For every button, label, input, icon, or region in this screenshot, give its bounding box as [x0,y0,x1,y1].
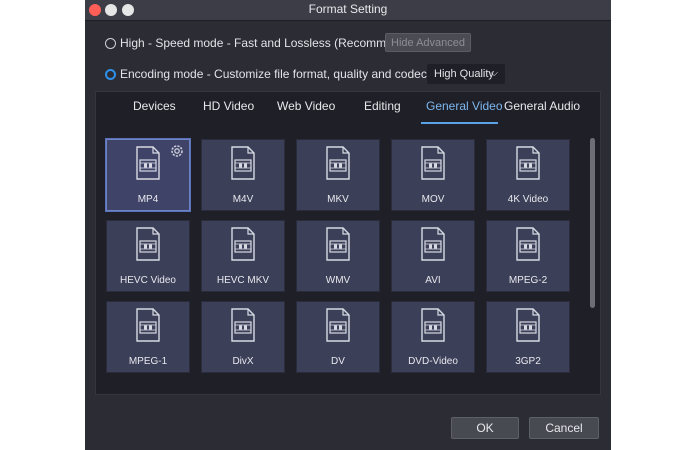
encoding-mode-option[interactable]: Encoding mode - Customize file format, q… [105,64,464,84]
format-label: MP4 [137,194,159,205]
format-label: M4V [232,194,254,205]
format-label: HEVC Video [120,275,176,286]
format-tile[interactable]: DivX [201,301,285,373]
high-speed-mode-option[interactable]: High - Speed mode - Fast and Lossless (R… [105,33,423,53]
format-label: HEVC MKV [216,275,270,286]
format-tile[interactable]: DV [296,301,380,373]
format-tile[interactable]: 4K Video [486,139,570,211]
dialog-footer: OK Cancel [85,402,611,450]
video-file-icon [136,227,160,261]
tab-devices[interactable]: Devices [133,99,176,113]
format-tile[interactable]: WMV [296,220,380,292]
tab-general-video[interactable]: General Video [426,99,503,113]
format-tile[interactable]: MPEG-1 [106,301,190,373]
quality-dropdown[interactable]: High Quality ⌵ [427,64,505,84]
video-file-icon [231,308,255,342]
format-tile[interactable]: MKV [296,139,380,211]
format-label: MPEG-1 [128,356,168,367]
format-label: WMV [325,275,351,286]
high-speed-radio[interactable] [105,37,116,49]
format-label: DivX [232,356,254,367]
scrollbar-thumb[interactable] [590,138,595,308]
video-file-icon [231,146,255,180]
title-bar: Format Setting [85,0,611,21]
encoding-radio[interactable] [105,68,116,80]
format-tile[interactable]: MPEG-2 [486,220,570,292]
video-file-icon [136,146,160,180]
video-file-icon [136,308,160,342]
video-file-icon [516,146,540,180]
format-label: 4K Video [507,194,549,205]
video-file-icon [421,146,445,180]
video-file-icon [516,227,540,261]
format-label: DVD-Video [408,356,458,367]
quality-value: High Quality [434,68,494,80]
hide-advanced-button[interactable]: Hide Advanced [385,33,471,52]
tab-editing[interactable]: Editing [364,99,401,113]
high-speed-label: High - Speed mode - Fast and Lossless (R… [120,36,424,50]
encoding-label: Encoding mode - Customize file format, q… [120,67,465,81]
active-tab-indicator [421,122,498,124]
format-tile[interactable]: AVI [391,220,475,292]
format-tile[interactable]: DVD-Video [391,301,475,373]
video-file-icon [326,227,350,261]
format-tile[interactable]: HEVC MKV [201,220,285,292]
format-label: AVI [425,275,441,286]
grid-scrollbar[interactable] [590,138,595,308]
format-tile[interactable]: HEVC Video [106,220,190,292]
category-tabs: Devices HD Video Web Video Editing Gener… [96,92,600,124]
video-file-icon [421,227,445,261]
format-panel: Devices HD Video Web Video Editing Gener… [95,91,601,395]
ok-button[interactable]: OK [451,417,519,439]
format-label: DV [331,356,345,367]
video-file-icon [326,146,350,180]
format-setting-dialog: Format Setting High - Speed mode - Fast … [85,0,611,450]
format-label: MKV [327,194,349,205]
video-file-icon [421,308,445,342]
video-file-icon [516,308,540,342]
format-tile[interactable]: MOV [391,139,475,211]
video-file-icon [326,308,350,342]
gear-icon[interactable] [169,143,185,159]
tab-general-audio[interactable]: General Audio [504,99,580,113]
format-tile[interactable]: 3GP2 [486,301,570,373]
format-tile[interactable]: MP4 [106,139,190,211]
format-label: 3GP2 [515,356,541,367]
format-tile[interactable]: M4V [201,139,285,211]
format-label: MPEG-2 [508,275,548,286]
cancel-button[interactable]: Cancel [529,417,599,439]
video-file-icon [231,227,255,261]
chevron-down-icon: ⌵ [490,68,498,79]
tab-hd-video[interactable]: HD Video [203,99,254,113]
window-title: Format Setting [308,2,388,16]
format-label: MOV [421,194,445,205]
tab-web-video[interactable]: Web Video [277,99,335,113]
